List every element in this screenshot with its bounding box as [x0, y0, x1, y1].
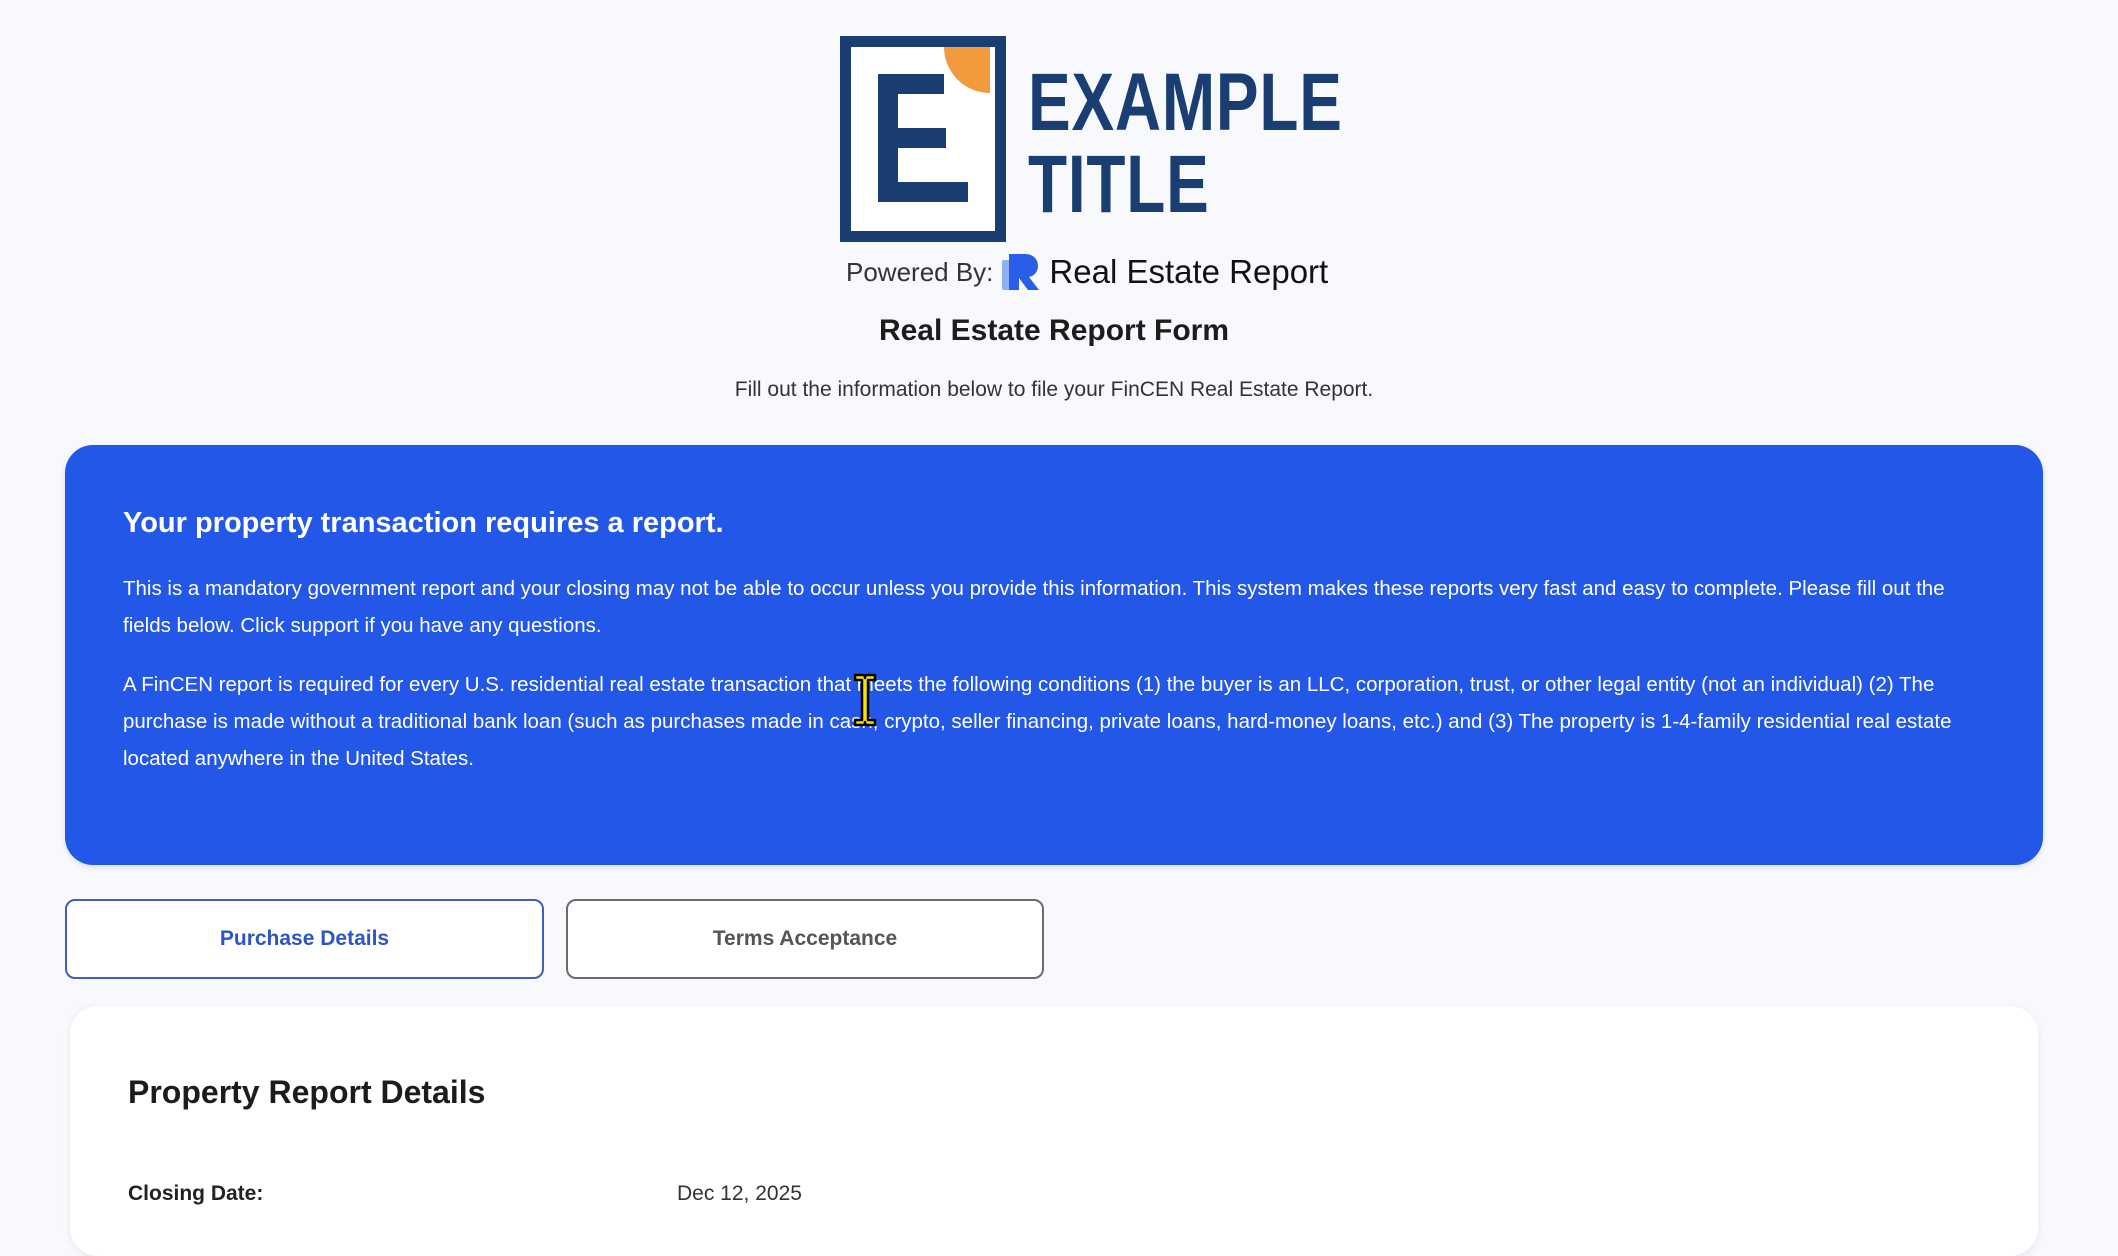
closing-date-value: Dec 12, 2025	[677, 1182, 802, 1205]
logo-line-1: EXAMPLE	[1028, 57, 1343, 148]
tab-terms-acceptance[interactable]: Terms Acceptance	[566, 899, 1044, 979]
example-title-logo: EXAMPLE TITLE	[840, 36, 1342, 242]
page-title: Real Estate Report Form	[878, 314, 1230, 347]
example-title-logo-mark	[840, 36, 1006, 242]
detail-row-closing-date: Closing Date: Dec 12, 2025	[128, 1182, 802, 1206]
notice-paragraph-conditions: A FinCEN report is required for every U.…	[123, 673, 1952, 770]
logo-line-2: TITLE	[1028, 139, 1210, 230]
powered-by: Powered By: Real Estate Report	[846, 248, 1328, 296]
notice-paragraph-mandatory: This is a mandatory government report an…	[123, 577, 1945, 637]
closing-date-label: Closing Date:	[128, 1182, 264, 1205]
powered-by-label: Powered By:	[846, 256, 994, 287]
page-subtitle: Fill out the information below to file y…	[734, 378, 1374, 401]
property-report-details-card: Property Report Details Closing Date: De…	[70, 1006, 2038, 1256]
details-title: Property Report Details	[128, 1074, 486, 1110]
report-required-notice: Your property transaction requires a rep…	[65, 445, 2043, 865]
logo-wordmark: EXAMPLE TITLE	[1028, 62, 1343, 226]
tab-purchase-details[interactable]: Purchase Details	[65, 899, 544, 979]
real-estate-report-logo-icon	[1002, 254, 1040, 290]
powered-by-brand: Real Estate Report	[1049, 253, 1329, 290]
notice-heading: Your property transaction requires a rep…	[123, 507, 724, 539]
